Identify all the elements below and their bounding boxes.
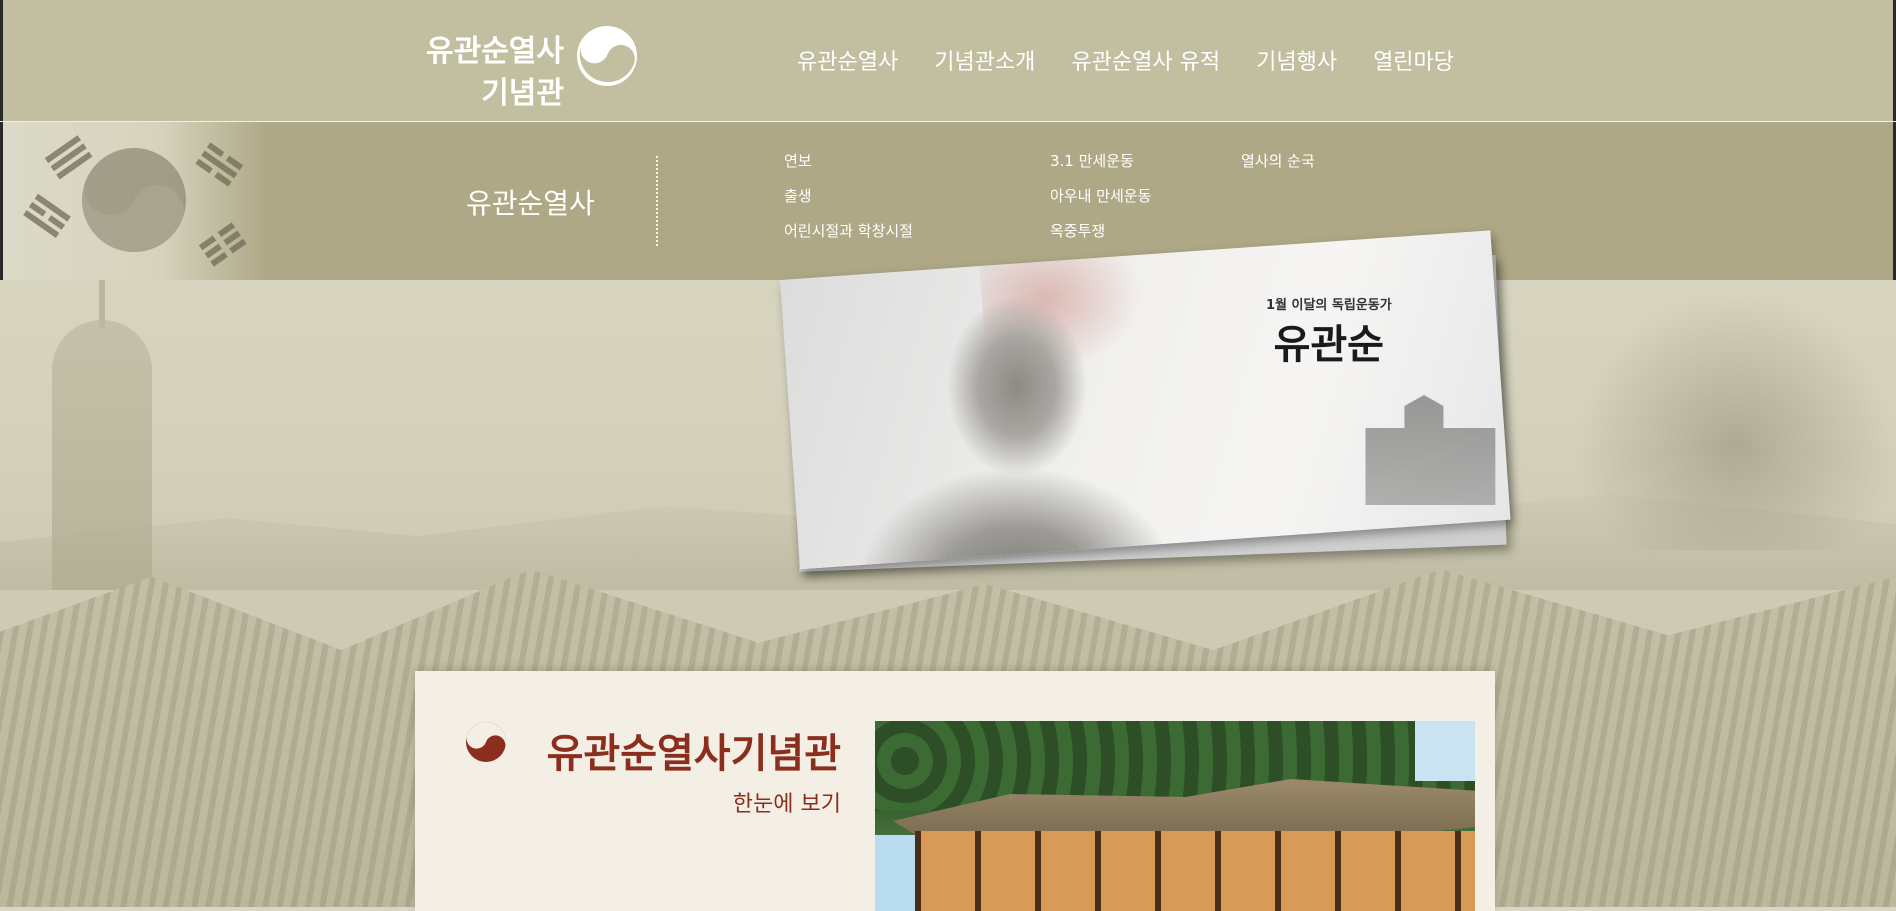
hero-banner[interactable]: 1월 이달의 독립운동가 유관순 <box>780 230 1511 570</box>
intro-title: 유관순열사기념관 <box>546 731 841 777</box>
hero-name: 유관순 <box>1273 320 1384 368</box>
taegeuk-circle-icon <box>82 148 186 252</box>
submenu-item-childhood[interactable]: 어린시절과 학창시절 <box>784 220 913 255</box>
taegukgi-decoration <box>3 122 267 280</box>
intro-panel: 유관순열사기념관 한눈에 보기 <box>415 671 1495 911</box>
birthplace-photo <box>875 721 1475 911</box>
photo-sky <box>1415 721 1475 781</box>
photo-house-wall <box>915 831 1475 911</box>
submenu-item-chronology[interactable]: 연보 <box>784 150 913 185</box>
hero-building <box>1365 395 1495 505</box>
nav-item-events[interactable]: 기념행사 <box>1256 44 1337 76</box>
submenu-item-prison[interactable]: 옥중투쟁 <box>1050 220 1151 255</box>
background-clock-tower <box>52 320 152 590</box>
submenu-item-birth[interactable]: 출생 <box>784 185 913 220</box>
taegeuk-title-icon <box>466 722 506 762</box>
logo-line2: 기념관 <box>481 76 564 111</box>
submenu-column-3: 열사의 순국 <box>1241 150 1315 185</box>
hero-caption: 1월 이달의 독립운동가 <box>1265 297 1392 313</box>
submenu-divider <box>656 156 658 246</box>
nav-item-historic-sites[interactable]: 유관순열사 유적 <box>1071 44 1220 76</box>
submenu-column-2: 3.1 만세운동 아우내 만세운동 옥중투쟁 <box>1050 150 1151 255</box>
intro-subtitle[interactable]: 한눈에 보기 <box>733 786 841 818</box>
submenu-column-1: 연보 출생 어린시절과 학창시절 <box>784 150 913 255</box>
hero-portrait <box>862 283 1173 570</box>
submenu-item-martyrdom[interactable]: 열사의 순국 <box>1241 150 1315 185</box>
submenu-item-aunae[interactable]: 아우내 만세운동 <box>1050 185 1151 220</box>
site-header: 유관순열사 기념관 유관순열사 기념관소개 유관순열사 유적 기념행사 열린마당 <box>0 0 1896 123</box>
submenu-title: 유관순열사 <box>466 187 595 220</box>
submenu-item-march-first[interactable]: 3.1 만세운동 <box>1050 150 1151 185</box>
nav-item-yugwansun[interactable]: 유관순열사 <box>797 44 898 76</box>
taegeuk-logo-icon <box>577 26 637 86</box>
main-navigation: 유관순열사 기념관소개 유관순열사 유적 기념행사 열린마당 <box>797 44 1490 76</box>
submenu-band: 유관순열사 연보 출생 어린시절과 학창시절 3.1 만세운동 아우내 만세운동… <box>0 122 1896 280</box>
nav-item-open-forum[interactable]: 열린마당 <box>1373 44 1454 76</box>
logo-line1: 유관순열사 <box>426 34 564 69</box>
background-tree <box>1576 290 1896 550</box>
site-logo[interactable]: 유관순열사 기념관 <box>410 20 640 115</box>
nav-item-memorial-intro[interactable]: 기념관소개 <box>934 44 1035 76</box>
